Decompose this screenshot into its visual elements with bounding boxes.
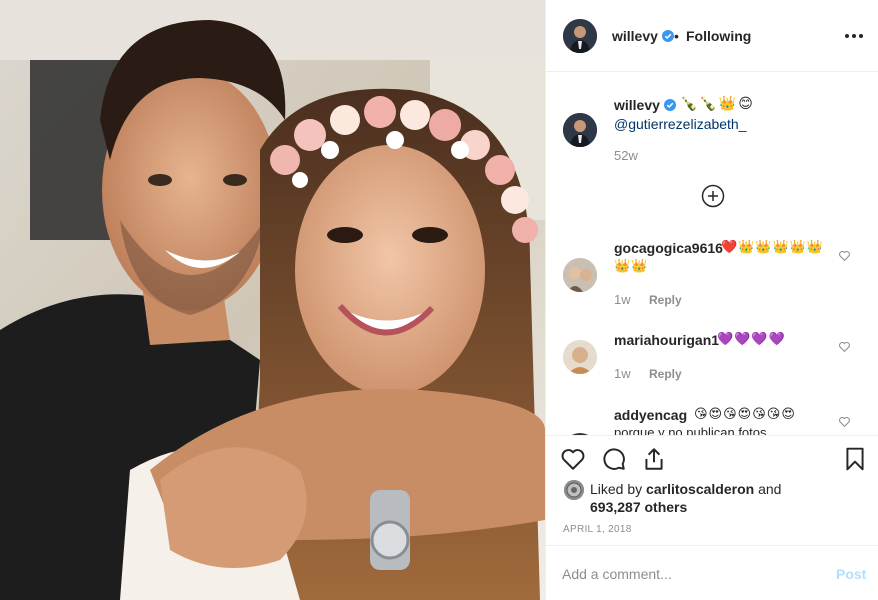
like-comment-heart-icon[interactable] [838,249,851,262]
liker-avatar[interactable] [564,480,584,500]
verified-badge-icon [663,99,676,111]
reply-button[interactable]: Reply [649,367,682,381]
caption-username[interactable]: willevy [614,97,676,113]
owner-username[interactable]: willevy [612,28,674,44]
post-date[interactable]: APRIL 1, 2018 [563,524,632,535]
comment-username[interactable]: addyencag [614,407,687,423]
reply-button[interactable]: Reply [649,293,682,307]
commenter-avatar[interactable] [563,340,597,374]
separator-dot: • [674,28,679,44]
avatar-image-icon [564,480,584,500]
avatar-image-icon [563,340,597,374]
owner-username-text: willevy [612,28,658,44]
comment-text: 💜💜💜💜 [717,331,786,346]
caption-timestamp[interactable]: 52w [614,148,638,163]
comment-text: ❤️👑👑👑👑👑 [721,239,825,254]
post-header: willevy • Following [546,0,878,72]
verified-badge-icon [661,30,674,42]
post-actions: Liked by carlitoscalderon and 693,287 ot… [546,435,878,545]
caption-username-text: willevy [614,97,660,113]
comment-username[interactable]: gocagogica9616 [614,240,723,256]
add-comment-bar: Post [546,545,878,600]
save-bookmark-icon[interactable] [842,446,868,472]
avatar-image-icon [563,258,597,292]
likes-summary: Liked by carlitoscalderon and [590,481,781,497]
comment-text: 😘😍😘😍😘😘😍 [694,406,796,421]
liker-username[interactable]: carlitoscalderon [646,481,754,497]
plus-circle-icon[interactable] [701,184,725,208]
caption-owner-avatar[interactable] [563,113,597,147]
likes-prefix: Liked by [590,481,643,497]
avatar-image-icon [563,19,597,53]
comment-text-continued: porque y no publican fotos [614,425,767,435]
post-comment-button[interactable]: Post [836,566,866,582]
post-details-panel: willevy • Following willevy 🍾🍾👑😊 @gutier… [545,0,878,600]
caption-emoji: 🍾🍾👑😊 [680,95,755,111]
comment-timestamp[interactable]: 1w [614,366,631,381]
post-photo[interactable] [0,0,545,600]
photo-couple-flower-crown-illustration [0,0,545,600]
owner-avatar[interactable] [563,19,597,53]
avatar-image-icon [563,113,597,147]
likes-and: and [758,481,782,497]
more-options-icon[interactable] [843,26,865,46]
comment-timestamp[interactable]: 1w [614,292,631,307]
comment-text-continued: 👑👑 [614,258,649,273]
share-icon[interactable] [641,446,667,472]
like-comment-heart-icon[interactable] [838,340,851,353]
commenter-avatar[interactable] [563,258,597,292]
likes-count[interactable]: 693,287 others [590,499,687,515]
comment-bubble-icon[interactable] [601,446,627,472]
comment-username[interactable]: mariahourigan1 [614,332,719,348]
caption-mention-link[interactable]: @gutierrezelizabeth_ [614,116,747,132]
like-comment-heart-icon[interactable] [838,415,851,428]
comments-list[interactable]: willevy 🍾🍾👑😊 @gutierrezelizabeth_ 52w go… [546,73,878,435]
like-heart-icon[interactable] [560,446,586,472]
following-button[interactable]: Following [686,28,751,44]
add-comment-input[interactable] [562,563,812,585]
